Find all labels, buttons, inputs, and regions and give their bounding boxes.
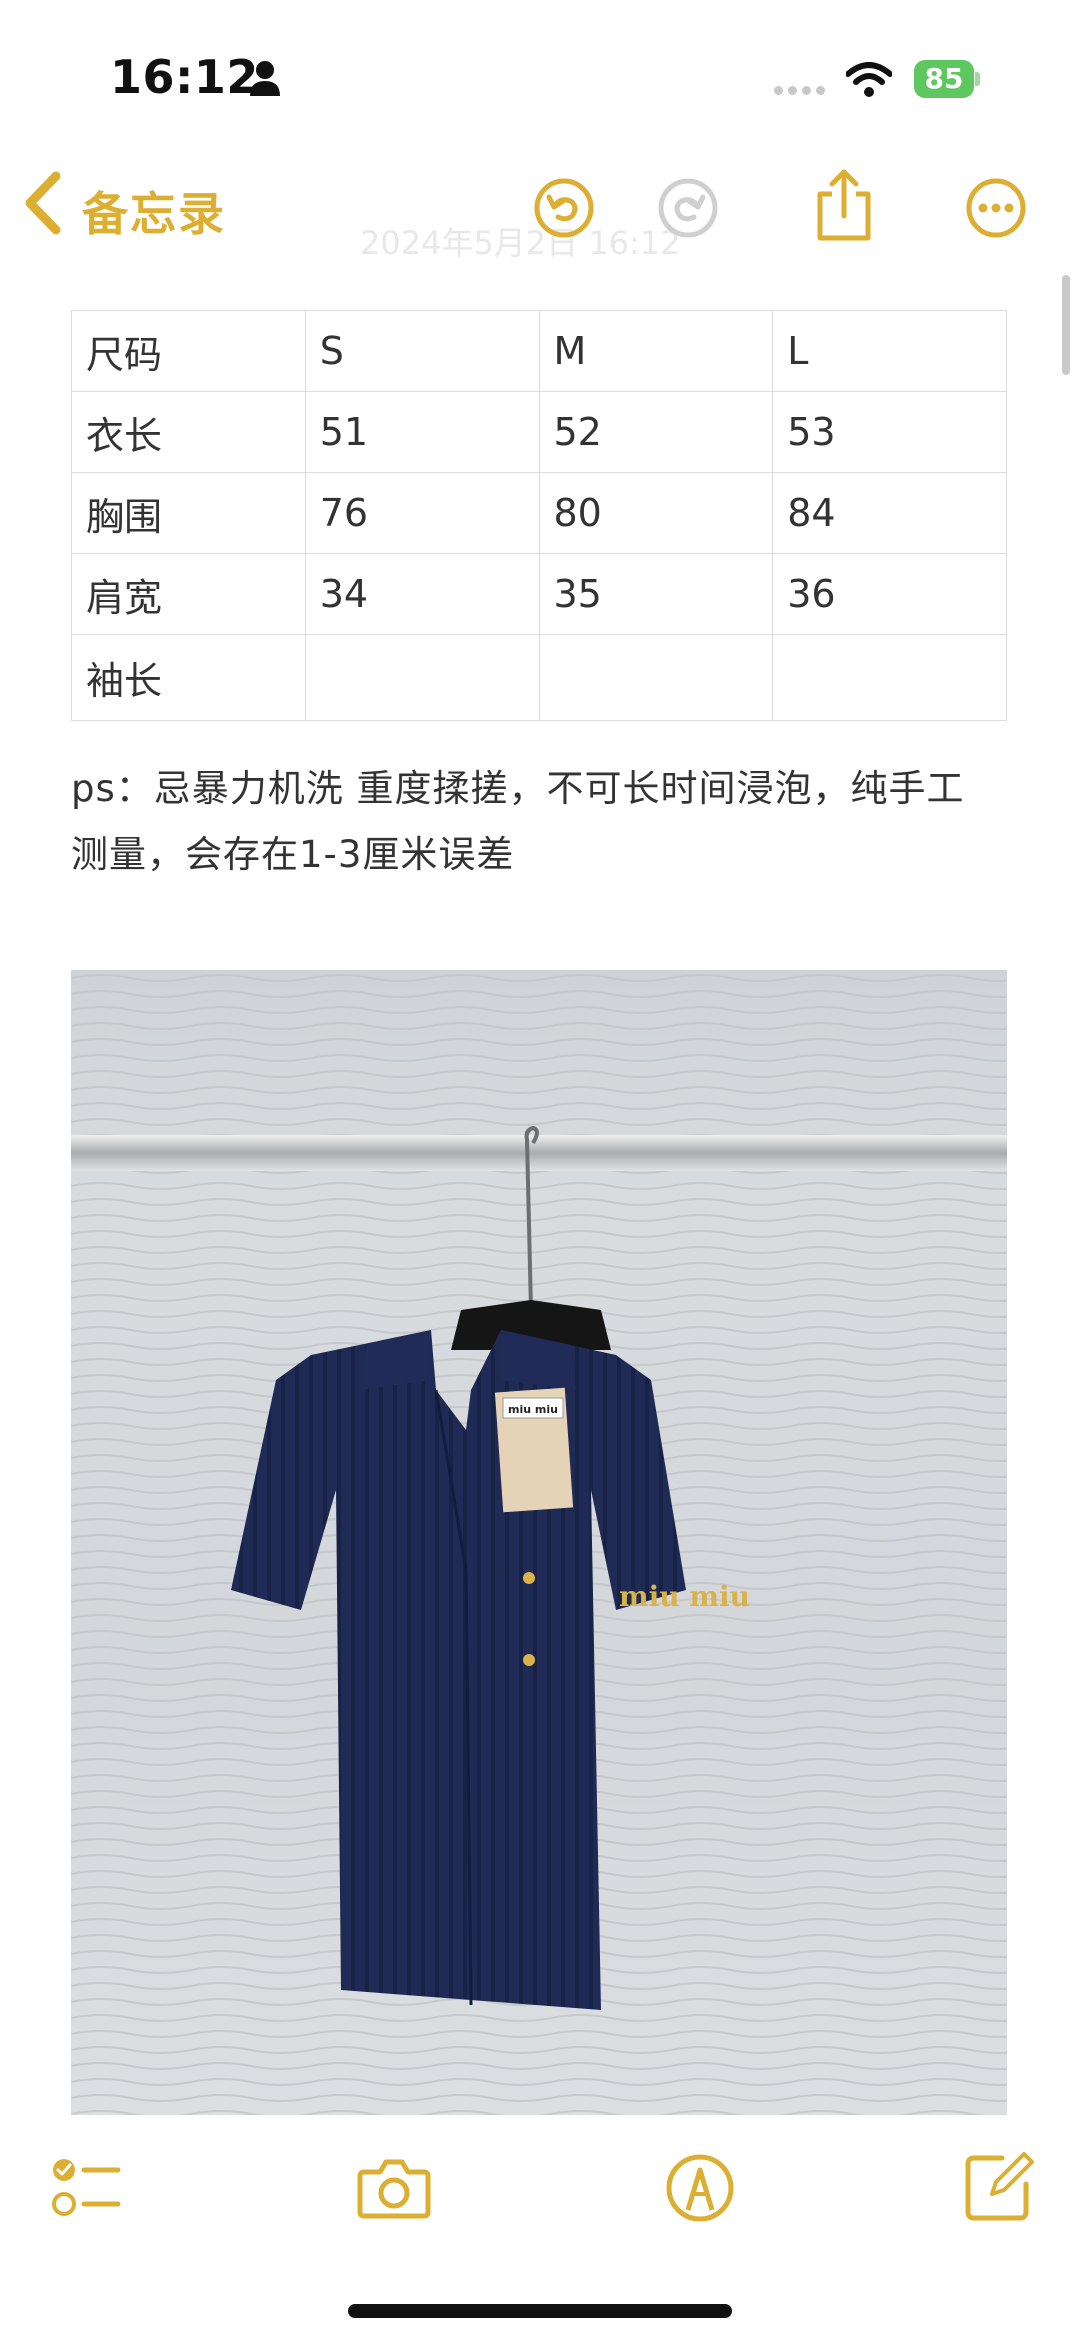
status-time: 16:12 [110, 50, 259, 104]
table-row: 袖长 [71, 634, 1007, 721]
table-cell[interactable]: 76 [304, 472, 540, 554]
markup-icon[interactable] [662, 2150, 738, 2226]
redo-icon[interactable] [656, 176, 720, 240]
table-cell[interactable]: L [772, 310, 1007, 392]
table-row: 尺码 S M L [71, 310, 1007, 392]
share-icon[interactable] [812, 168, 876, 242]
battery-percent: 85 [924, 62, 964, 95]
note-line: 测量，会存在1-3厘米误差 [71, 833, 515, 876]
tag-label: miu miu [508, 1403, 558, 1416]
table-row: 衣长 51 52 53 [71, 391, 1007, 473]
table-cell[interactable]: M [538, 310, 774, 392]
undo-icon[interactable] [532, 176, 596, 240]
logo-embroidery: miu miu [619, 1580, 750, 1613]
table-cell[interactable]: 35 [538, 553, 774, 635]
table-cell[interactable]: 衣长 [71, 391, 306, 473]
note-line: ps：忌暴力机洗 重度揉搓，不可长时间浸泡，纯手工 [71, 767, 965, 810]
note-date: 2024年5月2日 16:12 [360, 224, 681, 262]
table-cell[interactable]: 80 [538, 472, 774, 554]
wifi-icon [846, 62, 892, 97]
table-cell[interactable]: 51 [304, 391, 540, 473]
table-cell[interactable]: 84 [772, 472, 1007, 554]
person-icon [250, 61, 280, 96]
table-cell[interactable]: 36 [772, 553, 1007, 635]
product-photo[interactable]: miu miu miu miu [71, 970, 1007, 2115]
back-chevron-icon[interactable] [20, 170, 66, 236]
scroll-indicator[interactable] [1062, 275, 1070, 375]
table-cell[interactable]: 胸围 [71, 472, 306, 554]
table-cell[interactable]: 34 [304, 553, 540, 635]
table-cell[interactable]: 袖长 [71, 634, 306, 721]
gold-button [523, 1572, 535, 1584]
table-cell[interactable]: 52 [538, 391, 774, 473]
back-button-label[interactable]: 备忘录 [82, 178, 226, 244]
table-cell[interactable] [772, 634, 1007, 721]
hanging-rail [71, 1135, 1007, 1171]
garment-illustration: miu miu miu miu [71, 970, 1007, 2115]
table-row: 肩宽 34 35 36 [71, 553, 1007, 635]
note-text[interactable]: ps：忌暴力机洗 重度揉搓，不可长时间浸泡，纯手工 测量，会存在1-3厘米误差 [71, 756, 1011, 888]
checklist-icon[interactable] [48, 2150, 124, 2226]
table-cell[interactable]: S [304, 310, 540, 392]
cellular-signal-icon [774, 86, 828, 98]
table-cell[interactable] [304, 634, 540, 721]
compose-icon[interactable] [962, 2148, 1038, 2224]
gold-button [523, 1654, 535, 1666]
battery-indicator: 85 [914, 60, 980, 98]
table-cell[interactable] [538, 634, 774, 721]
more-icon[interactable] [964, 176, 1028, 240]
table-cell[interactable]: 53 [772, 391, 1007, 473]
camera-icon[interactable] [356, 2150, 432, 2226]
home-indicator[interactable] [348, 2304, 732, 2318]
size-table: 尺码 S M L 衣长 51 52 53 胸围 76 80 84 肩宽 34 3… [71, 310, 1007, 721]
table-row: 胸围 76 80 84 [71, 472, 1007, 554]
table-cell[interactable]: 尺码 [71, 310, 306, 392]
table-cell[interactable]: 肩宽 [71, 553, 306, 635]
